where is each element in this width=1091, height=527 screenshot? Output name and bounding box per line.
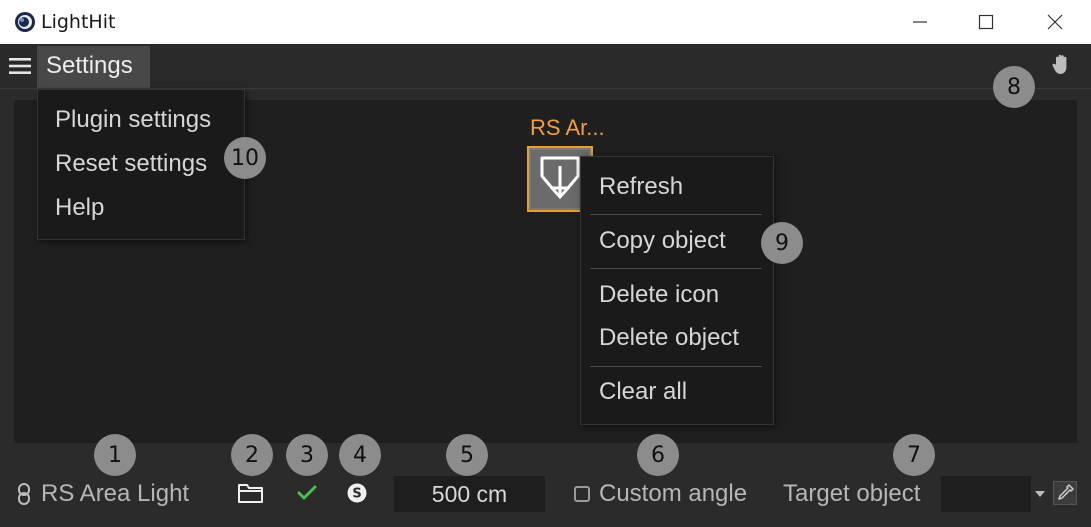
menu-item-help[interactable]: Help <box>55 193 104 223</box>
callout-badge-3: 3 <box>286 434 328 476</box>
maximize-icon <box>978 14 994 30</box>
callout-badge-8: 8 <box>993 66 1035 108</box>
light-type-label: RS Area Light <box>41 480 190 507</box>
callout-badge-10: 10 <box>224 137 266 179</box>
close-button[interactable] <box>1032 0 1078 44</box>
callout-badge-4: 4 <box>339 434 381 476</box>
radius-input[interactable]: 500 cm <box>394 476 545 512</box>
checkmark-icon[interactable] <box>297 484 317 502</box>
hamburger-icon[interactable] <box>8 56 32 76</box>
callout-badge-7: 7 <box>893 434 935 476</box>
dropdown-arrow-icon[interactable] <box>1034 489 1046 499</box>
context-item-copy-object[interactable]: Copy object <box>599 226 726 256</box>
menu-bar <box>0 44 1091 89</box>
callout-badge-6: 6 <box>637 434 679 476</box>
callout-badge-1: 1 <box>94 434 136 476</box>
light-icon-label: RS Ar... <box>530 115 605 140</box>
custom-angle-checkbox[interactable] <box>574 486 590 502</box>
callout-badge-2: 2 <box>231 434 273 476</box>
folder-icon[interactable] <box>237 482 264 504</box>
context-item-refresh[interactable]: Refresh <box>599 172 683 202</box>
eyedropper-icon[interactable] <box>1053 481 1077 505</box>
area-light-icon <box>540 156 580 200</box>
context-separator <box>590 366 762 367</box>
link-icon <box>18 483 30 505</box>
maximize-button[interactable] <box>963 0 1009 44</box>
callout-badge-9: 9 <box>761 222 803 264</box>
s-circle-icon[interactable]: S <box>347 483 367 503</box>
settings-menu-label: Settings <box>46 52 133 79</box>
context-item-delete-object[interactable]: Delete object <box>599 323 739 353</box>
cinema4d-logo-icon <box>15 12 35 32</box>
callout-badge-5: 5 <box>446 434 488 476</box>
context-separator <box>590 268 762 269</box>
menu-item-reset-settings[interactable]: Reset settings <box>55 149 207 179</box>
close-icon <box>1047 14 1063 30</box>
svg-text:S: S <box>352 487 361 502</box>
menu-item-plugin-settings[interactable]: Plugin settings <box>55 105 211 135</box>
minimize-icon <box>913 21 927 23</box>
context-item-delete-icon[interactable]: Delete icon <box>599 280 719 310</box>
target-object-label: Target object <box>783 480 921 507</box>
context-separator <box>590 214 762 215</box>
context-item-clear-all[interactable]: Clear all <box>599 377 687 407</box>
minimize-button[interactable] <box>897 0 943 44</box>
window-title: LightHit <box>41 11 116 33</box>
custom-angle-label: Custom angle <box>599 480 748 507</box>
target-object-field[interactable] <box>941 476 1031 512</box>
hand-icon[interactable] <box>1050 53 1074 77</box>
